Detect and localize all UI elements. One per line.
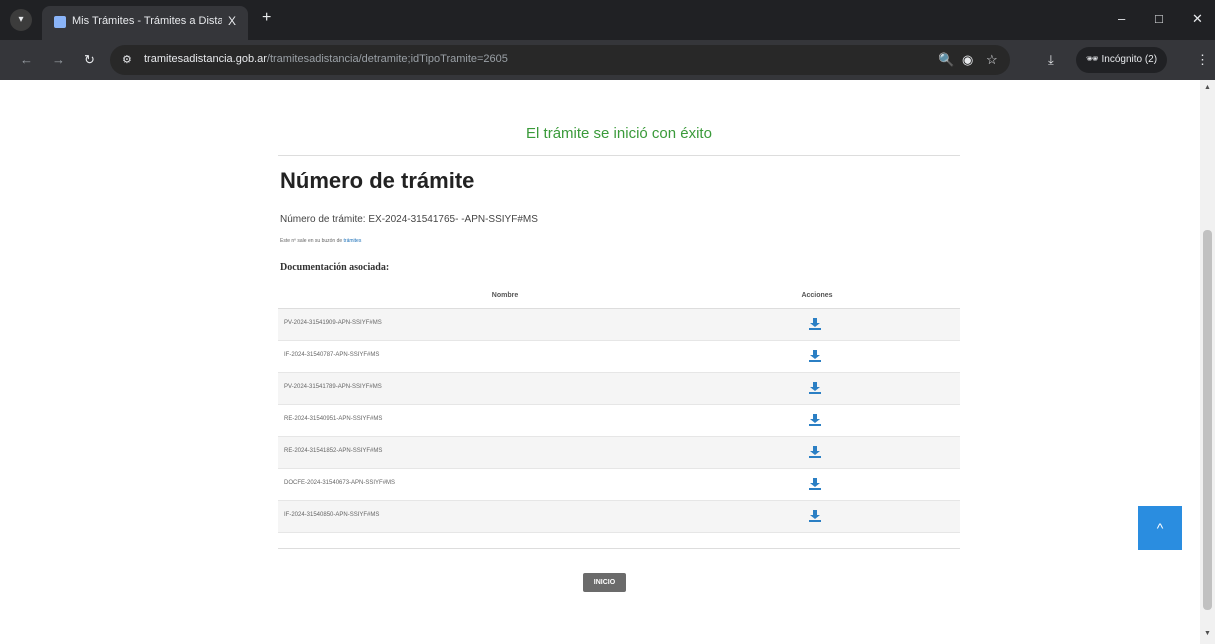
document-name: PV-2024-31541909-APN-SSIYF#MS [284, 320, 382, 326]
note-text: Este nº sale en su buzón de trámites [280, 238, 362, 244]
scrollbar[interactable]: ▲ ▼ [1200, 80, 1215, 644]
table-row: RE-2024-31540951-APN-SSIYF#MS [278, 405, 960, 437]
forward-icon[interactable]: → [52, 52, 65, 67]
table-row: PV-2024-31541909-APN-SSIYF#MS [278, 309, 960, 341]
back-icon[interactable]: ← [20, 52, 33, 67]
divider [278, 548, 960, 549]
download-icon[interactable] [808, 317, 822, 331]
browser-tab[interactable]: Mis Trámites - Trámites a Distar X [42, 6, 248, 40]
browser-tab-bar: ▾ Mis Trámites - Trámites a Distar X + –… [0, 0, 1215, 40]
download-icon[interactable] [808, 381, 822, 395]
tab-title: Mis Trámites - Trámites a Distar [72, 15, 222, 27]
document-name: RE-2024-31540951-APN-SSIYF#MS [284, 416, 383, 422]
table-row: IF-2024-31540787-APN-SSIYF#MS [278, 341, 960, 373]
scroll-down-icon[interactable]: ▼ [1204, 630, 1211, 637]
tab-close-icon[interactable]: X [228, 14, 236, 28]
tab-search-chevron-icon[interactable]: ▾ [10, 9, 32, 31]
document-name: RE-2024-31541852-APN-SSIYF#MS [284, 448, 383, 454]
url-text[interactable]: tramitesadistancia.gob.ar/tramitesadista… [144, 53, 508, 65]
table-row: RE-2024-31541852-APN-SSIYF#MS [278, 437, 960, 469]
favicon-icon [54, 16, 66, 28]
minimize-icon[interactable]: – [1118, 11, 1125, 26]
address-bar[interactable]: ⚙ tramitesadistancia.gob.ar/tramitesadis… [110, 45, 1010, 75]
download-icon[interactable] [808, 477, 822, 491]
document-name: IF-2024-31540850-APN-SSIYF#MS [284, 512, 380, 518]
scroll-up-icon[interactable]: ▲ [1204, 84, 1211, 91]
column-acciones: Acciones [801, 292, 833, 299]
tramites-link[interactable]: trámites [344, 238, 362, 244]
download-icon[interactable] [808, 509, 822, 523]
tramite-number: Número de trámite: EX-2024-31541765- -AP… [280, 214, 538, 225]
divider [278, 155, 960, 156]
site-settings-icon[interactable]: ⚙ [122, 53, 132, 66]
documents-table: Nombre Acciones PV-2024-31541909-APN-SSI… [278, 285, 960, 533]
download-icon[interactable] [808, 413, 822, 427]
inicio-button[interactable]: INICIO [583, 573, 626, 592]
success-message: El trámite se inició con éxito [526, 125, 712, 142]
table-row: IF-2024-31540850-APN-SSIYF#MS [278, 501, 960, 533]
chevron-up-icon: ^ [1156, 520, 1164, 536]
bookmark-star-icon[interactable]: ☆ [986, 52, 998, 68]
incognito-badge[interactable]: 🕶 Incógnito (2) [1076, 47, 1168, 73]
menu-kebab-icon[interactable]: ⋮ [1196, 52, 1209, 68]
browser-toolbar: ← → ↻ ⚙ tramitesadistancia.gob.ar/tramit… [0, 40, 1215, 80]
table-header: Nombre Acciones [278, 285, 960, 309]
download-icon[interactable] [808, 349, 822, 363]
eye-off-icon[interactable]: ◉ [962, 52, 973, 68]
close-window-icon[interactable]: ✕ [1192, 11, 1203, 27]
incognito-icon: 🕶 [1086, 54, 1099, 65]
downloads-icon[interactable]: ⤓ [1048, 52, 1054, 68]
table-row: DOCFE-2024-31540673-APN-SSIYF#MS [278, 469, 960, 501]
page-viewport: El trámite se inició con éxito Número de… [0, 80, 1200, 644]
document-name: DOCFE-2024-31540673-APN-SSIYF#MS [284, 480, 396, 486]
table-row: PV-2024-31541789-APN-SSIYF#MS [278, 373, 960, 405]
scrollbar-thumb[interactable] [1203, 230, 1212, 610]
zoom-icon[interactable]: 🔍 [938, 52, 954, 68]
new-tab-icon[interactable]: + [262, 10, 271, 26]
maximize-icon[interactable]: □ [1155, 11, 1163, 26]
column-nombre: Nombre [491, 292, 519, 299]
reload-icon[interactable]: ↻ [84, 52, 95, 68]
download-icon[interactable] [808, 445, 822, 459]
document-name: PV-2024-31541789-APN-SSIYF#MS [284, 384, 382, 390]
back-to-top-button[interactable]: ^ [1138, 506, 1182, 550]
page-title: Número de trámite [280, 168, 475, 193]
documentation-title: Documentación asociada: [280, 262, 390, 273]
document-name: IF-2024-31540787-APN-SSIYF#MS [284, 352, 380, 358]
